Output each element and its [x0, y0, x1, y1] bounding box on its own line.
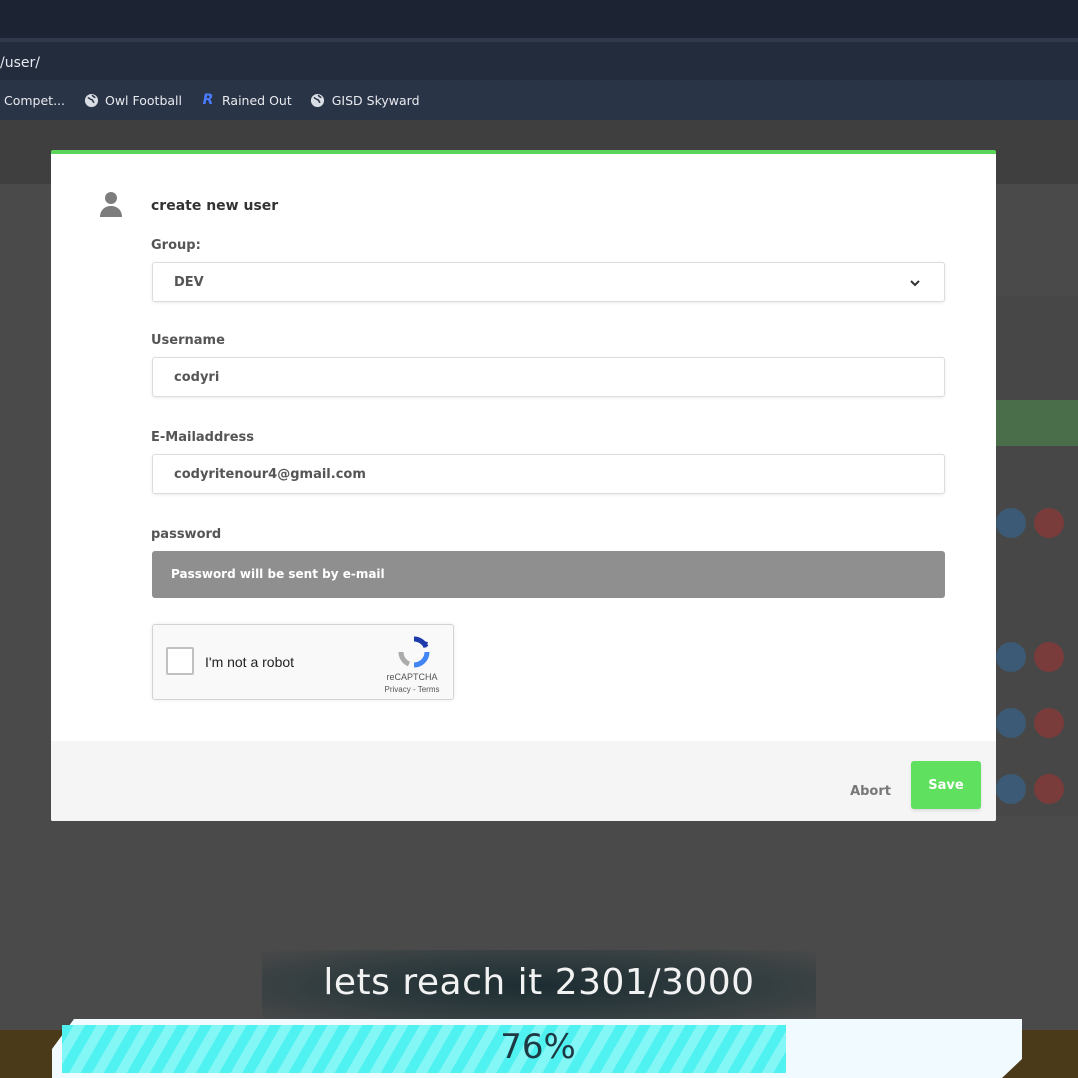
background-delete-icon: [1034, 508, 1064, 538]
recaptcha-logo-icon: [397, 635, 431, 669]
bookmark-gisd-skyward[interactable]: GISD Skyward: [310, 92, 420, 108]
address-bar[interactable]: /user/: [0, 38, 1078, 80]
bookmark-label: Rained Out: [222, 92, 292, 108]
email-label: E-Mailaddress: [151, 430, 254, 445]
modal-footer: [51, 741, 996, 821]
modal-title: create new user: [151, 198, 279, 214]
recaptcha-brand: reCAPTCHA: [386, 672, 438, 682]
globe-icon: [310, 92, 326, 108]
browser-tab-strip: [0, 0, 1078, 38]
email-input[interactable]: codyritenour4@gmail.com: [152, 454, 945, 494]
group-select-value: DEV: [174, 275, 204, 290]
address-text[interactable]: /user/: [0, 55, 40, 71]
password-label: password: [151, 527, 222, 542]
background-edit-icon: [996, 774, 1026, 804]
password-notice: Password will be sent by e-mail: [152, 551, 945, 598]
background-panel: [996, 296, 1078, 816]
bookmarks-bar: Compet... Owl Football R Rained Out GISD…: [0, 80, 1078, 120]
username-input[interactable]: codyri: [152, 357, 945, 397]
save-button[interactable]: Save: [911, 761, 981, 809]
group-select[interactable]: DEV: [152, 262, 945, 302]
user-icon: [99, 190, 123, 218]
recaptcha-checkbox[interactable]: [166, 647, 194, 675]
globe-icon: [83, 92, 99, 108]
recaptcha-links[interactable]: Privacy - Terms: [377, 685, 447, 694]
email-value: codyritenour4@gmail.com: [174, 467, 366, 482]
background-green-bar: [996, 400, 1078, 446]
background-edit-icon: [996, 508, 1026, 538]
background-delete-icon: [1034, 708, 1064, 738]
recaptcha-widget: I'm not a robot reCAPTCHA Privacy - Term…: [152, 624, 454, 700]
bookmark-compet[interactable]: Compet...: [4, 93, 65, 108]
username-label: Username: [151, 333, 225, 348]
recaptcha-label: I'm not a robot: [205, 654, 295, 670]
password-notice-text: Password will be sent by e-mail: [171, 567, 385, 581]
background-edit-icon: [996, 642, 1026, 672]
abort-button[interactable]: Abort: [850, 784, 891, 799]
background-delete-icon: [1034, 642, 1064, 672]
bookmark-label: Compet...: [4, 92, 65, 108]
progress-label: 76%: [500, 1027, 576, 1067]
username-value: codyri: [174, 370, 220, 385]
r-logo-icon: R: [202, 92, 214, 108]
goal-text: lets reach it 2301/3000: [323, 962, 755, 1003]
bookmark-owl-football[interactable]: Owl Football: [83, 92, 182, 108]
background-delete-icon: [1034, 774, 1064, 804]
background-edit-icon: [996, 708, 1026, 738]
bookmark-rained-out[interactable]: R Rained Out: [200, 92, 292, 108]
group-label: Group:: [151, 238, 201, 253]
chevron-down-icon: [908, 275, 922, 289]
create-user-modal: create new user Group: DEV Username cody…: [51, 150, 996, 821]
bookmark-label: GISD Skyward: [331, 92, 420, 108]
bookmark-label: Owl Football: [105, 92, 182, 108]
